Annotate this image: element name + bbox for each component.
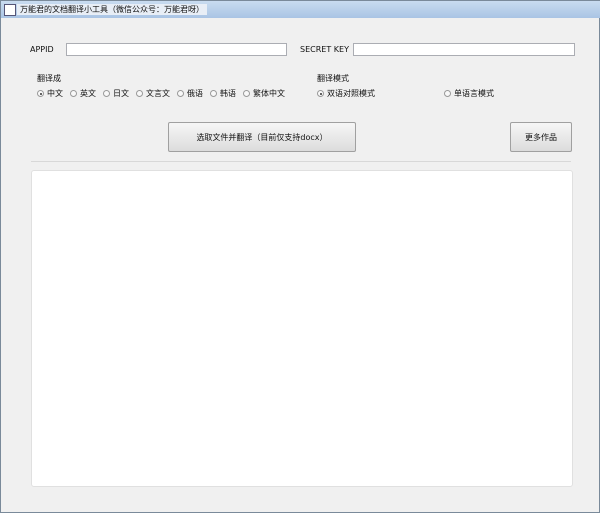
radio-label: 韩语 (220, 89, 236, 98)
output-textarea[interactable] (31, 170, 573, 487)
title-bar: 万能君的文档翻译小工具（微信公众号：万能君呀） (1, 1, 600, 18)
radio-traditional-chinese[interactable]: 繁体中文 (243, 88, 285, 99)
divider (31, 161, 571, 162)
select-file-translate-button[interactable]: 选取文件并翻译（目前仅支持docx） (168, 122, 356, 152)
radio-label: 繁体中文 (253, 89, 285, 98)
radio-dot (210, 90, 217, 97)
radio-dot (70, 90, 77, 97)
radio-bilingual-mode[interactable]: 双语对照模式 (317, 88, 375, 99)
window-title: 万能君的文档翻译小工具（微信公众号：万能君呀） (17, 4, 207, 15)
radio-dot (243, 90, 250, 97)
radio-chinese[interactable]: 中文 (37, 88, 63, 99)
radio-label: 双语对照模式 (327, 89, 375, 98)
target-language-group: 中文 英文 日文 文言文 俄语 韩语 繁体中文 (37, 88, 292, 99)
radio-label: 单语言模式 (454, 89, 494, 98)
radio-label: 中文 (47, 89, 63, 98)
main-window: 万能君的文档翻译小工具（微信公众号：万能君呀） APPID SECRET KEY… (0, 0, 600, 513)
radio-english[interactable]: 英文 (70, 88, 96, 99)
radio-russian[interactable]: 俄语 (177, 88, 203, 99)
translation-mode-label: 翻译模式 (317, 74, 349, 83)
radio-korean[interactable]: 韩语 (210, 88, 236, 99)
radio-dot (103, 90, 110, 97)
radio-classical-chinese[interactable]: 文言文 (136, 88, 170, 99)
radio-monolingual-mode[interactable]: 单语言模式 (444, 88, 494, 99)
radio-label: 日文 (113, 89, 129, 98)
app-icon (4, 4, 16, 16)
target-language-label: 翻译成 (37, 74, 61, 83)
radio-label: 俄语 (187, 89, 203, 98)
secret-key-input[interactable] (353, 43, 575, 56)
radio-dot (177, 90, 184, 97)
appid-label: APPID (30, 45, 54, 54)
radio-dot (317, 90, 324, 97)
radio-dot (37, 90, 44, 97)
radio-japanese[interactable]: 日文 (103, 88, 129, 99)
radio-dot (444, 90, 451, 97)
appid-input[interactable] (66, 43, 287, 56)
secret-key-label: SECRET KEY (300, 45, 349, 54)
more-works-button[interactable]: 更多作品 (510, 122, 572, 152)
radio-label: 英文 (80, 89, 96, 98)
radio-dot (136, 90, 143, 97)
radio-label: 文言文 (146, 89, 170, 98)
